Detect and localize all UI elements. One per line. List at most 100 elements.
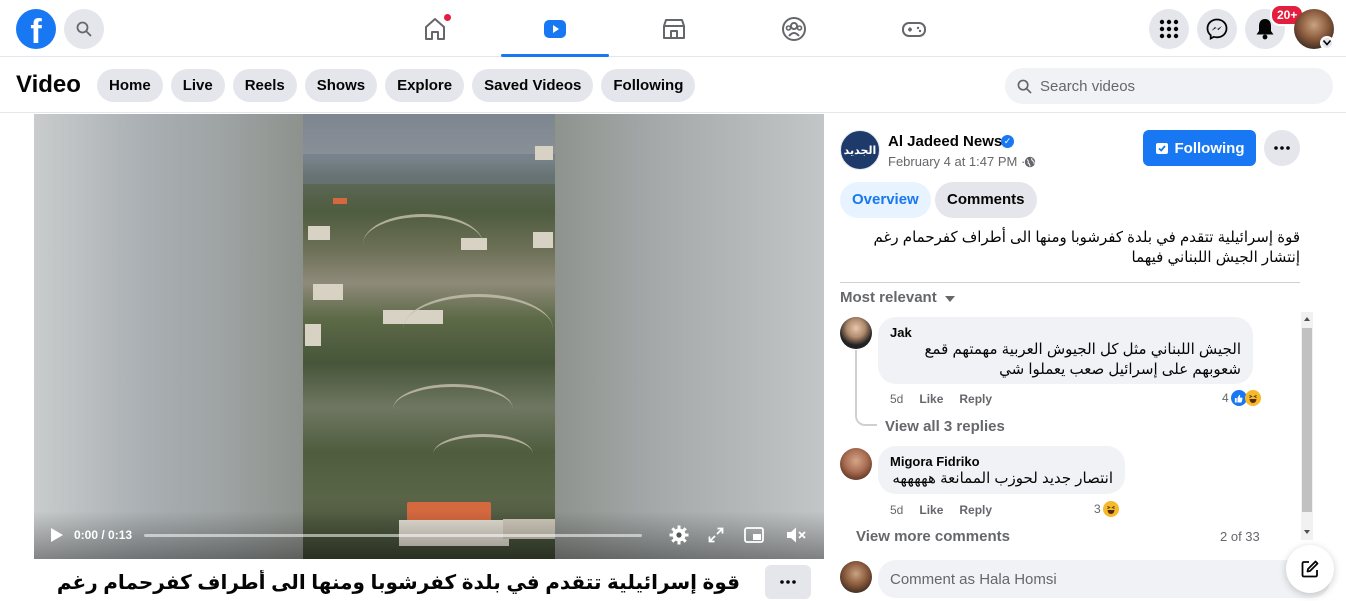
verified-badge-icon: ✓ — [1001, 135, 1014, 148]
comment-author[interactable]: Migora Fidriko — [890, 454, 1113, 469]
video-blur-right — [555, 114, 824, 559]
comment-bubble: Jak الجيش اللبناني مثل كل الجيوش العربية… — [878, 317, 1253, 384]
comment-age[interactable]: 5d — [890, 503, 903, 517]
tab-video[interactable] — [501, 0, 609, 57]
composer-avatar[interactable] — [840, 561, 872, 593]
video-time: 0:00 / 0:13 — [74, 528, 133, 542]
more-horizontal-icon — [1274, 146, 1290, 150]
grid-menu-icon — [1159, 19, 1179, 39]
view-all-replies-link[interactable]: View all 3 replies — [885, 418, 1005, 435]
comment-reactions[interactable]: 4 — [1222, 390, 1261, 406]
volume-muted-icon — [787, 527, 806, 543]
chevron-down-icon — [1323, 40, 1331, 46]
haha-reaction-icon — [1244, 390, 1261, 406]
video-nav-pills: Home Live Reels Shows Explore Saved Vide… — [97, 69, 696, 102]
post-text: قوة إسرائيلية تتقدم في بلدة كفرشوبا ومنه… — [873, 229, 1300, 266]
messenger-button[interactable] — [1197, 9, 1237, 49]
new-message-button[interactable] — [1286, 545, 1334, 593]
comment-composer[interactable] — [878, 560, 1330, 598]
search-button[interactable] — [64, 9, 104, 49]
video-progress-bar[interactable] — [144, 534, 642, 537]
comment-input[interactable] — [890, 570, 1270, 588]
tab-gaming[interactable] — [860, 0, 968, 57]
comment-bubble: Migora Fidriko انتصار جديد لحوزب الممانع… — [878, 446, 1125, 494]
video-player[interactable]: 0:00 / 0:13 — [34, 114, 824, 559]
menu-button[interactable] — [1149, 9, 1189, 49]
play-button[interactable] — [50, 527, 64, 548]
groups-icon — [782, 16, 806, 41]
fullscreen-button[interactable] — [704, 523, 728, 547]
gear-icon — [669, 525, 689, 545]
following-check-icon — [1155, 143, 1168, 154]
tab-groups[interactable] — [740, 0, 848, 57]
reply-button[interactable]: Reply — [959, 503, 992, 517]
scrollbar-thumb[interactable] — [1302, 328, 1312, 512]
comment-reactions[interactable]: 3 — [1094, 501, 1119, 517]
comment-author[interactable]: Jak — [890, 325, 1241, 340]
picture-in-picture-button[interactable] — [742, 523, 766, 547]
page-title: Video — [16, 71, 81, 98]
video-controls: 0:00 / 0:13 — [34, 511, 824, 559]
video-frame — [303, 114, 555, 559]
comment-age[interactable]: 5d — [890, 392, 903, 406]
comments-scrollbar[interactable] — [1301, 312, 1313, 540]
comment-text: الجيش اللبناني مثل كل الجيوش العربية مهم… — [924, 341, 1241, 378]
scroll-down-arrow-icon — [1304, 530, 1310, 534]
settings-button[interactable] — [667, 523, 691, 547]
post-panel: الجديد Al Jadeed News ✓ February 4 at 1:… — [824, 114, 1346, 601]
like-button[interactable]: Like — [919, 392, 943, 406]
top-navigation-bar: f 20+ — [0, 0, 1346, 57]
account-chevron[interactable] — [1320, 36, 1334, 50]
tab-comments[interactable]: Comments — [935, 182, 1037, 218]
caret-down-icon — [944, 296, 955, 302]
globe-icon — [1024, 156, 1036, 168]
mute-button[interactable] — [784, 523, 808, 547]
tab-overview[interactable]: Overview — [840, 182, 931, 218]
page-avatar[interactable]: الجديد — [840, 130, 880, 170]
search-videos-box[interactable] — [1005, 68, 1333, 104]
video-more-button[interactable] — [765, 565, 811, 599]
page-name[interactable]: Al Jadeed News — [888, 133, 1002, 150]
scroll-up-arrow-icon — [1304, 317, 1310, 321]
pill-saved-videos[interactable]: Saved Videos — [472, 69, 594, 102]
facebook-logo[interactable]: f — [16, 9, 56, 49]
video-icon — [544, 19, 566, 38]
following-button[interactable]: Following — [1143, 130, 1256, 166]
pill-home[interactable]: Home — [97, 69, 163, 102]
haha-reaction-icon — [1102, 501, 1119, 517]
comment-actions: 5d Like Reply — [890, 503, 992, 517]
view-more-comments-link[interactable]: View more comments — [856, 528, 1010, 545]
commenter-avatar[interactable] — [840, 448, 872, 480]
post-date[interactable]: February 4 at 1:47 PM · — [888, 154, 1025, 169]
post-options-button[interactable] — [1264, 130, 1300, 166]
notification-dot — [444, 14, 451, 21]
comment-text: انتصار جديد لحوزب الممانعة هههههه — [892, 470, 1113, 487]
pip-icon — [744, 527, 764, 543]
search-videos-input[interactable] — [1040, 77, 1310, 95]
search-icon — [1017, 79, 1032, 94]
pill-live[interactable]: Live — [170, 69, 225, 102]
divider — [840, 282, 1300, 283]
comment-actions: 5d Like Reply — [890, 392, 992, 406]
commenter-avatar[interactable] — [840, 317, 872, 349]
tab-home[interactable] — [381, 0, 489, 57]
pill-following[interactable]: Following — [601, 69, 696, 102]
more-horizontal-icon — [780, 580, 796, 584]
pill-reels[interactable]: Reels — [232, 69, 297, 102]
pill-explore[interactable]: Explore — [385, 69, 465, 102]
pill-shows[interactable]: Shows — [304, 69, 378, 102]
marketplace-icon — [663, 18, 685, 39]
like-button[interactable]: Like — [919, 503, 943, 517]
thread-line — [855, 350, 877, 426]
messenger-icon — [1206, 18, 1228, 40]
reply-button[interactable]: Reply — [959, 392, 992, 406]
gaming-icon — [902, 21, 926, 37]
video-title: قوة إسرائيلية تتقدم في بلدة كفرشوبا ومنه… — [50, 572, 740, 594]
expand-icon — [708, 527, 724, 543]
play-icon — [51, 528, 63, 542]
tab-marketplace[interactable] — [620, 0, 728, 57]
comments-count: 2 of 33 — [1220, 529, 1260, 544]
video-subheader: Video Home Live Reels Shows Explore Save… — [0, 57, 1346, 113]
video-blur-left — [34, 114, 303, 559]
comment-sort-dropdown[interactable]: Most relevant — [840, 289, 955, 306]
